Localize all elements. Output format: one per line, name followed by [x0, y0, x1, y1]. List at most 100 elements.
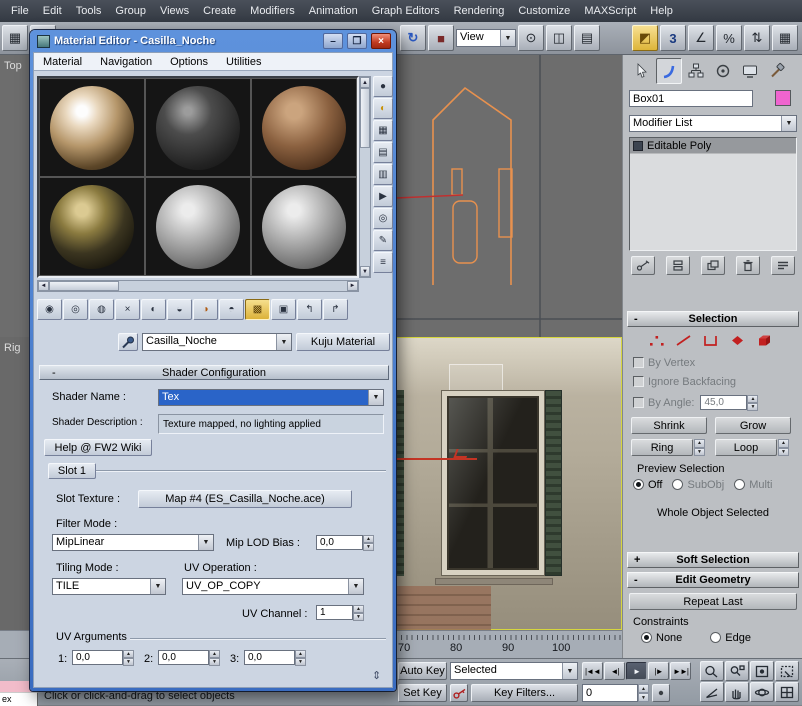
- maximize-button[interactable]: ❒: [347, 33, 367, 49]
- sample-vertical-scrollbar[interactable]: ▲ ▼: [359, 76, 371, 278]
- percent-snap-icon[interactable]: %: [716, 25, 742, 51]
- ignore-backfacing-row[interactable]: Ignore Backfacing: [633, 376, 736, 388]
- menu-create[interactable]: Create: [196, 2, 243, 20]
- spinner-down-icon[interactable]: ▼: [123, 658, 134, 666]
- zoom-all-icon[interactable]: [725, 661, 749, 681]
- menu-tools[interactable]: Tools: [69, 2, 109, 20]
- set-key-button[interactable]: Set Key: [398, 684, 447, 702]
- angle-snap-icon[interactable]: ∠: [688, 25, 714, 51]
- key-mode-toggle-icon[interactable]: [652, 684, 670, 702]
- selection-set-combo[interactable]: Selected ▼: [450, 662, 578, 680]
- spinner-down-icon[interactable]: ▼: [353, 613, 364, 621]
- uv-arg2-spinner[interactable]: ▲▼: [209, 650, 220, 665]
- spinner-up-icon[interactable]: ▲: [747, 395, 758, 403]
- configure-modifier-sets-icon[interactable]: [771, 256, 795, 275]
- menu-maxscript[interactable]: MAXScript: [577, 2, 643, 20]
- minimize-button[interactable]: –: [323, 33, 343, 49]
- sample-slot[interactable]: [251, 78, 357, 177]
- go-to-end-button[interactable]: ►►|: [670, 662, 691, 680]
- chevron-down-icon[interactable]: ▼: [500, 30, 515, 46]
- chevron-down-icon[interactable]: ▼: [368, 390, 383, 405]
- uv-arg2-value[interactable]: 0,0: [158, 650, 209, 665]
- scroll-thumb[interactable]: [49, 281, 119, 291]
- uv-channel-spinner[interactable]: ▲▼: [353, 605, 364, 620]
- chevron-down-icon[interactable]: ▼: [781, 116, 796, 131]
- play-button[interactable]: ►: [626, 662, 647, 680]
- modifier-list-combo[interactable]: Modifier List ▼: [629, 115, 797, 132]
- mirror-icon[interactable]: ◫: [546, 25, 572, 51]
- background-icon[interactable]: ▦: [373, 120, 393, 141]
- material-editor-titlebar[interactable]: Material Editor - Casilla_Noche – ❒ ×: [33, 30, 393, 52]
- uv-arg1-spinner[interactable]: ▲▼: [123, 650, 134, 665]
- frame-spinner[interactable]: ▲▼: [638, 684, 649, 702]
- spinner-down-icon[interactable]: ▼: [209, 658, 220, 666]
- preview-subobj-radio[interactable]: SubObj: [672, 479, 724, 491]
- menu-group[interactable]: Group: [108, 2, 153, 20]
- video-color-check-icon[interactable]: ▥: [373, 164, 393, 185]
- polygon-icon[interactable]: [728, 333, 747, 348]
- uv-arg3-value[interactable]: 0,0: [244, 650, 295, 665]
- object-name-field[interactable]: [629, 90, 753, 107]
- shrink-button[interactable]: Shrink: [631, 417, 707, 434]
- help-fw2-wiki-button[interactable]: Help @ FW2 Wiki: [44, 439, 152, 456]
- menu-file[interactable]: File: [4, 2, 36, 20]
- spinner-down-icon[interactable]: ▼: [747, 403, 758, 411]
- material-type-button[interactable]: Kuju Material: [296, 333, 390, 351]
- tab-display-icon[interactable]: [737, 58, 763, 84]
- material-editor-window[interactable]: Material Editor - Casilla_Noche – ❒ × Ma…: [30, 30, 396, 691]
- slot-texture-map-button[interactable]: Map #4 (ES_Casilla_Noche.ace): [138, 490, 352, 508]
- menu-options[interactable]: Options: [161, 54, 217, 70]
- uv-operation-combo[interactable]: UV_OP_COPY ▼: [182, 578, 364, 595]
- close-button[interactable]: ×: [371, 33, 391, 49]
- set-keys-icon[interactable]: [450, 684, 468, 702]
- previous-frame-button[interactable]: ◄|: [604, 662, 625, 680]
- tab-modify-icon[interactable]: [656, 58, 682, 84]
- reference-coordinate-combo[interactable]: View ▼: [456, 29, 516, 47]
- constraint-edge-radio[interactable]: Edge: [710, 632, 751, 644]
- spinner-up-icon[interactable]: ▲: [363, 535, 374, 543]
- tiling-mode-combo[interactable]: TILE ▼: [52, 578, 166, 595]
- tab-motion-icon[interactable]: [710, 58, 736, 84]
- menu-rendering[interactable]: Rendering: [447, 2, 512, 20]
- snap-toggle-3d-icon[interactable]: ◩: [632, 25, 658, 51]
- menu-customize[interactable]: Customize: [511, 2, 577, 20]
- material-name-combo[interactable]: Casilla_Noche ▼: [142, 333, 292, 351]
- filter-mode-combo[interactable]: MipLinear ▼: [52, 534, 214, 551]
- spinner-down-icon[interactable]: ▼: [638, 693, 649, 702]
- chevron-down-icon[interactable]: ▼: [198, 535, 213, 550]
- sample-slot[interactable]: [145, 78, 251, 177]
- menu-edit[interactable]: Edit: [36, 2, 69, 20]
- loop-button[interactable]: Loop: [715, 439, 777, 456]
- menu-animation[interactable]: Animation: [302, 2, 365, 20]
- loop-spinner[interactable]: ▲▼: [778, 439, 789, 456]
- spinner-up-icon[interactable]: ▲: [638, 684, 649, 693]
- by-vertex-row[interactable]: By Vertex: [633, 357, 695, 369]
- snaps-toggle-icon[interactable]: ▦: [2, 25, 28, 51]
- shader-configuration-rollout[interactable]: - Shader Configuration: [39, 365, 389, 380]
- tab-hierarchy-icon[interactable]: [683, 58, 709, 84]
- show-background-icon[interactable]: ◓: [219, 299, 244, 320]
- backlight-icon[interactable]: ◐: [373, 98, 393, 119]
- auto-key-button[interactable]: Auto Key: [398, 662, 447, 680]
- layer-manager-icon[interactable]: ▤: [574, 25, 600, 51]
- spinner-snap-icon[interactable]: ⇅: [744, 25, 770, 51]
- make-unique-icon[interactable]: ◐: [141, 299, 166, 320]
- put-to-scene-icon[interactable]: ◎: [63, 299, 88, 320]
- make-preview-icon[interactable]: ▶: [373, 186, 393, 207]
- use-center-icon[interactable]: ⊙: [518, 25, 544, 51]
- menu-modifiers[interactable]: Modifiers: [243, 2, 302, 20]
- repeat-last-button[interactable]: Repeat Last: [629, 593, 797, 610]
- tab-create-icon[interactable]: [629, 58, 655, 84]
- reset-map-icon[interactable]: ×: [115, 299, 140, 320]
- select-scale-icon[interactable]: ■: [428, 25, 454, 51]
- material-navigator-icon[interactable]: ≡: [373, 252, 393, 273]
- maximize-viewport-icon[interactable]: [775, 682, 799, 702]
- sample-slot[interactable]: [39, 177, 145, 276]
- modifier-stack[interactable]: Editable Poly: [629, 137, 797, 251]
- chevron-down-icon[interactable]: ▼: [150, 579, 165, 594]
- scroll-thumb[interactable]: [360, 88, 370, 148]
- menu-navigation[interactable]: Navigation: [91, 54, 161, 70]
- viewport-right-label[interactable]: Rig: [4, 342, 21, 354]
- chevron-down-icon[interactable]: ▼: [562, 663, 577, 679]
- sample-horizontal-scrollbar[interactable]: ◄ ►: [37, 280, 359, 292]
